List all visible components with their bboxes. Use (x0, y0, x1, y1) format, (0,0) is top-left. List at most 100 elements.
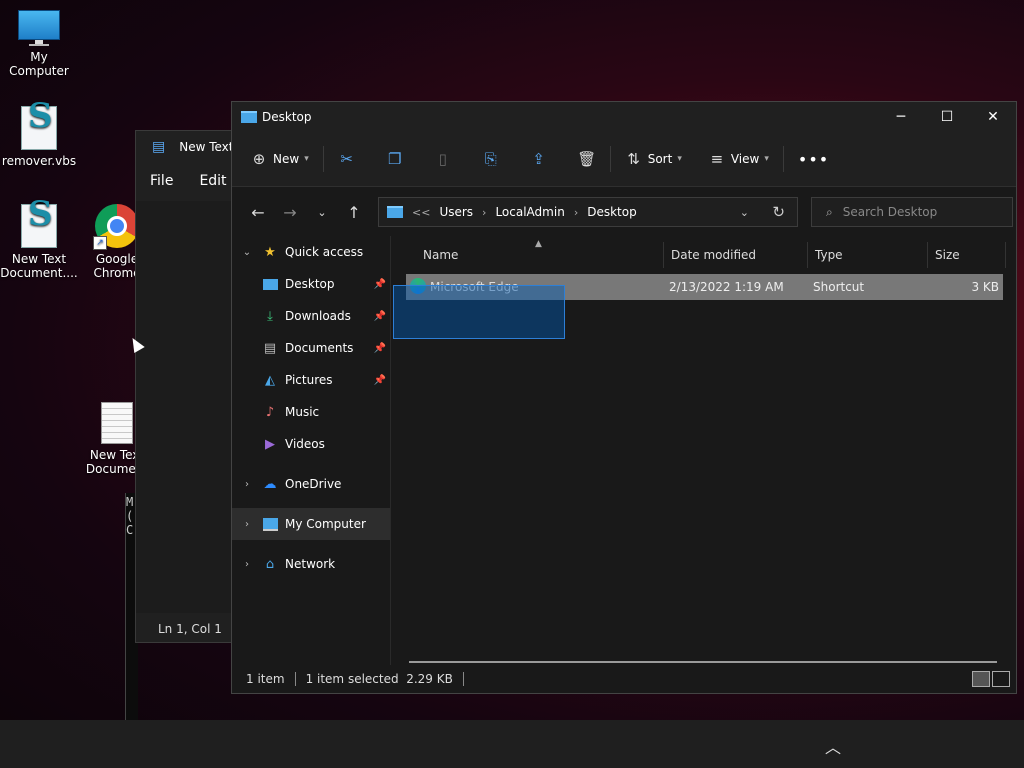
menu-edit[interactable]: Edit (199, 173, 226, 189)
menu-file[interactable]: File (150, 173, 173, 189)
chevron-right-icon: › (573, 205, 579, 219)
nav-pictures[interactable]: ◭ Pictures 📌 (232, 364, 390, 396)
nav-label: Downloads (285, 309, 351, 323)
command-bar: ⊕ New ▾ ✂ ❐ ▯ ⎘ ⇪ 🗑 ⇅ Sort ▾ ≡ View ▾ ••… (232, 132, 1016, 187)
breadcrumb-localadmin[interactable]: LocalAdmin (495, 205, 564, 219)
up-button[interactable]: ↑ (338, 203, 370, 222)
nav-label: Quick access (285, 245, 364, 259)
nav-downloads[interactable]: ⤓ Downloads 📌 (232, 300, 390, 332)
view-list-icon: ≡ (710, 150, 724, 168)
desktop-icon-new-text-document-1[interactable]: New Text Document.... (0, 204, 78, 280)
network-icon: ⌂ (265, 556, 275, 572)
chevron-right-icon[interactable]: › (240, 559, 254, 570)
forward-button[interactable]: → (274, 203, 306, 222)
address-overflow[interactable]: << (412, 206, 430, 219)
taskbar: ︿ (0, 720, 1024, 768)
new-button[interactable]: ⊕ New ▾ (250, 150, 309, 168)
nav-videos[interactable]: ▶ Videos (232, 428, 390, 460)
script-file-icon (21, 106, 57, 150)
more-options-button[interactable]: ••• (798, 150, 829, 169)
share-icon: ⇪ (532, 150, 545, 168)
copy-button[interactable]: ❐ (386, 150, 404, 168)
horizontal-scrollbar[interactable] (409, 661, 997, 663)
view-button[interactable]: ≡ View ▾ (708, 150, 769, 168)
column-date-modified[interactable]: Date modified (671, 248, 756, 262)
navigation-pane: ⌄ ★ Quick access Desktop 📌 ⤓ Downloads 📌… (232, 236, 391, 665)
recent-locations-button[interactable]: ⌄ (306, 206, 338, 219)
file-size: 3 KB (971, 280, 999, 294)
paste-button[interactable]: ▯ (434, 150, 452, 168)
trash-icon: 🗑 (577, 150, 597, 168)
file-list[interactable]: ▲ Name Date modified Type Size Microsoft… (391, 236, 1016, 665)
file-explorer-window[interactable]: Desktop ─ ☐ ✕ ⊕ New ▾ ✂ ❐ ▯ ⎘ ⇪ 🗑 ⇅ Sort… (231, 101, 1017, 694)
column-size[interactable]: Size (935, 248, 960, 262)
rename-icon: ⎘ (484, 150, 497, 168)
close-button[interactable]: ✕ (970, 102, 1016, 132)
minimize-button[interactable]: ─ (878, 102, 924, 132)
breadcrumb-users[interactable]: Users (439, 205, 473, 219)
desktop-icon-my-computer[interactable]: My Computer (0, 10, 78, 78)
pin-icon: 📌 (373, 278, 386, 290)
chevron-down-icon[interactable]: ⌄ (240, 247, 254, 258)
new-label: New (273, 152, 300, 166)
picture-icon: ◭ (265, 372, 275, 388)
show-hidden-icons-button[interactable]: ︿ (825, 734, 841, 758)
nav-label: OneDrive (285, 477, 342, 491)
nav-desktop[interactable]: Desktop 📌 (232, 268, 390, 300)
desktop-icon-label: remover.vbs (1, 154, 77, 168)
refresh-button[interactable]: ↻ (772, 203, 785, 221)
notepad-titlebar[interactable]: ▤ New Text (136, 131, 234, 163)
status-bar: 1 item 1 item selected 2.29 KB (232, 665, 1016, 693)
chevron-right-icon[interactable]: › (240, 519, 254, 530)
nav-label: Desktop (285, 277, 335, 291)
notepad-status: Ln 1, Col 1 (158, 622, 222, 636)
video-icon: ▶ (265, 436, 275, 452)
address-bar[interactable]: << Users › LocalAdmin › Desktop ⌄ ↻ (378, 197, 798, 227)
file-type: Shortcut (813, 280, 865, 294)
nav-onedrive[interactable]: › ☁ OneDrive (232, 468, 390, 500)
notepad-text-area[interactable] (136, 201, 234, 613)
sort-button[interactable]: ⇅ Sort ▾ (625, 150, 681, 168)
column-name[interactable]: Name (423, 248, 458, 262)
address-dropdown-button[interactable]: ⌄ (740, 206, 749, 219)
chevron-right-icon[interactable]: › (240, 479, 254, 490)
copy-icon: ❐ (387, 150, 402, 168)
nav-quick-access[interactable]: ⌄ ★ Quick access (232, 236, 390, 268)
sort-ascending-icon: ▲ (535, 239, 542, 249)
cloud-icon: ☁ (263, 476, 277, 492)
notepad-window[interactable]: ▤ New Text File Edit Ln 1, Col 1 (135, 130, 235, 643)
ellipsis-icon: ••• (797, 149, 830, 169)
breadcrumb-desktop[interactable]: Desktop (587, 205, 637, 219)
sort-icon: ⇅ (627, 150, 640, 168)
large-icons-view-button[interactable] (992, 671, 1010, 687)
document-icon: ▤ (263, 340, 277, 356)
cut-button[interactable]: ✂ (338, 150, 356, 168)
chevron-down-icon: ▾ (764, 154, 769, 164)
search-input[interactable]: ⌕ Search Desktop (811, 197, 1013, 227)
explorer-titlebar[interactable]: Desktop ─ ☐ ✕ (232, 102, 1016, 132)
back-button[interactable]: ← (242, 203, 274, 222)
star-icon: ★ (264, 244, 276, 260)
folder-icon (387, 206, 403, 218)
nav-label: Music (285, 405, 320, 419)
nav-label: My Computer (285, 517, 366, 531)
desktop-icon-remover-vbs[interactable]: remover.vbs (0, 106, 78, 168)
nav-network[interactable]: › ⌂ Network (232, 548, 390, 580)
plus-circle-icon: ⊕ (252, 150, 266, 168)
delete-button[interactable]: 🗑 (577, 150, 597, 168)
script-file-icon (21, 204, 57, 248)
nav-music[interactable]: ♪ Music (232, 396, 390, 428)
navigation-bar: ← → ⌄ ↑ << Users › LocalAdmin › Desktop … (232, 187, 1016, 237)
maximize-button[interactable]: ☐ (924, 102, 970, 132)
rename-button[interactable]: ⎘ (482, 150, 500, 168)
view-label: View (730, 152, 760, 166)
sort-label: Sort (647, 152, 673, 166)
details-view-button[interactable] (972, 671, 990, 687)
pin-icon: 📌 (373, 342, 386, 354)
nav-documents[interactable]: ▤ Documents 📌 (232, 332, 390, 364)
nav-my-computer[interactable]: › My Computer (232, 508, 390, 540)
monitor-icon (262, 516, 278, 532)
column-type[interactable]: Type (815, 248, 843, 262)
search-icon: ⌕ (826, 204, 833, 219)
share-button[interactable]: ⇪ (530, 150, 548, 168)
